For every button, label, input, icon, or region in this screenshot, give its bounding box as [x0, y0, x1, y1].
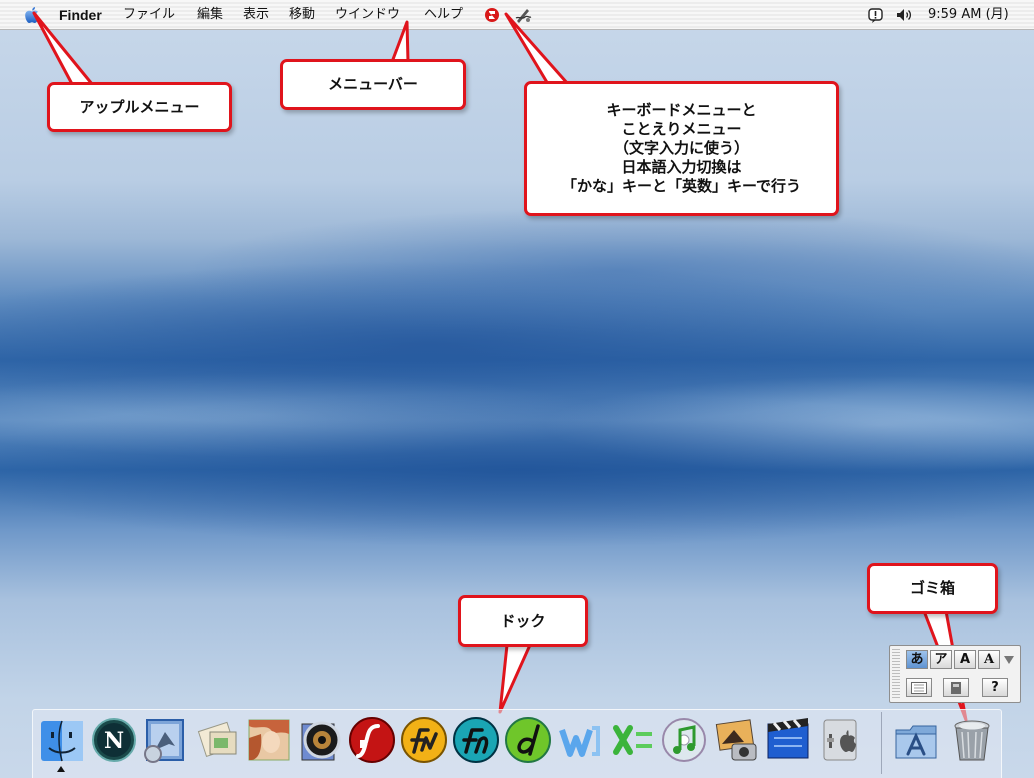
callout-keyboard-line-5: 「かな」キーと「英数」キーで行う — [561, 177, 802, 195]
menu-file[interactable]: ファイル — [123, 7, 175, 23]
callout-dock-text: ドック — [500, 611, 546, 630]
imovie-icon[interactable] — [764, 716, 812, 764]
desktop: Finder ファイル 編集 表示 移動 ウインドウ ヘルプ 9:59 AM (… — [0, 0, 1034, 778]
keyboard-menu-icon[interactable] — [484, 7, 500, 23]
callout-keyboard-line-1: キーボードメニューと — [606, 101, 757, 119]
mail-icon[interactable] — [141, 716, 189, 764]
palette-hiragana-button[interactable]: あ — [906, 650, 928, 669]
menu-view[interactable]: 表示 — [243, 7, 269, 23]
menubar-clock[interactable]: 9:59 AM (月) — [928, 7, 1009, 23]
dreamweaver-icon[interactable] — [504, 716, 552, 764]
apple-icon[interactable] — [24, 6, 40, 24]
dock-separator — [881, 712, 882, 774]
callout-menubar-text: メニューバー — [328, 75, 418, 93]
finder-icon[interactable] — [38, 716, 86, 764]
input-palette: あ ア A A ? — [889, 645, 1021, 703]
excel-icon[interactable] — [608, 716, 656, 764]
iris-icon[interactable] — [296, 716, 344, 764]
callout-apple-menu-text: アップルメニュー — [79, 97, 200, 116]
palette-fullwidth-alpha-button[interactable]: A — [954, 650, 976, 669]
running-indicator — [57, 766, 65, 772]
volume-icon[interactable] — [896, 8, 914, 22]
applications-folder-icon[interactable] — [892, 716, 940, 764]
palette-dropdown-icon[interactable] — [1004, 656, 1014, 664]
menu-window[interactable]: ウインドウ — [335, 7, 400, 23]
freehand-icon[interactable] — [452, 716, 500, 764]
callout-menubar: メニューバー — [280, 59, 466, 110]
palette-keyboard-icon — [911, 682, 927, 694]
palette-dictionary-button[interactable] — [943, 678, 969, 697]
callout-keyboard-line-4: 日本語入力切換は — [621, 158, 742, 176]
system-prefs-icon[interactable] — [816, 716, 864, 764]
callout-dock: ドック — [458, 595, 588, 647]
palette-grip[interactable] — [892, 649, 900, 699]
kotoeri-icon[interactable] — [514, 6, 532, 24]
menu-edit[interactable]: 編集 — [197, 7, 223, 23]
palette-help-button[interactable]: ? — [982, 678, 1008, 697]
palette-katakana-button[interactable]: ア — [930, 650, 952, 669]
iphoto-icon[interactable] — [712, 716, 760, 764]
photoshop-icon[interactable] — [245, 716, 293, 764]
fireworks-icon[interactable] — [400, 716, 448, 764]
menu-go[interactable]: 移動 — [289, 7, 315, 23]
callout-trash-text: ゴミ箱 — [909, 579, 955, 597]
trash-icon[interactable] — [948, 716, 996, 764]
svg-text:N: N — [104, 728, 124, 754]
palette-alpha-button[interactable]: A — [978, 650, 1000, 669]
preview-icon[interactable] — [194, 716, 242, 764]
itunes-icon[interactable] — [660, 716, 708, 764]
menu-finder[interactable]: Finder — [59, 7, 102, 23]
palette-keyboard-button[interactable] — [906, 678, 932, 697]
palette-dictionary-icon — [951, 682, 961, 694]
menu-bar: Finder ファイル 編集 表示 移動 ウインドウ ヘルプ 9:59 AM (… — [0, 0, 1034, 30]
flash-icon[interactable] — [348, 716, 396, 764]
word-icon[interactable] — [556, 716, 604, 764]
callout-trash: ゴミ箱 — [867, 563, 998, 614]
callout-keyboard-line-2: ことえりメニュー — [621, 120, 742, 138]
notification-icon[interactable] — [868, 8, 883, 23]
callout-apple-menu: アップルメニュー — [47, 82, 232, 132]
menu-help[interactable]: ヘルプ — [424, 7, 463, 23]
callout-keyboard-menu: キーボードメニューと ことえりメニュー （文字入力に使う） 日本語入力切換は 「… — [524, 81, 839, 216]
callout-keyboard-line-3: （文字入力に使う） — [613, 139, 749, 157]
netscape-icon[interactable]: N — [90, 716, 138, 764]
